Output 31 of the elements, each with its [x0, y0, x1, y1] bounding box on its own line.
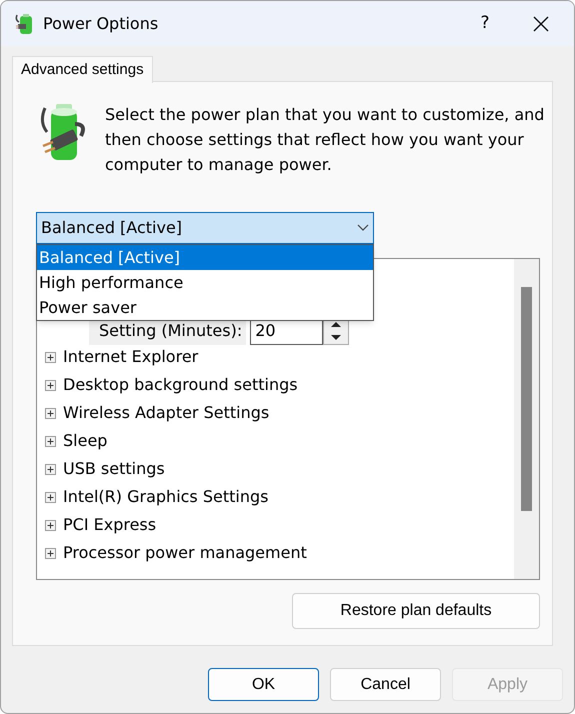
expand-icon[interactable]: [45, 464, 56, 474]
close-icon: [533, 16, 549, 32]
plan-option[interactable]: Power saver: [37, 295, 373, 320]
expand-icon[interactable]: [45, 380, 56, 390]
description-text: Select the power plan that you want to customize, and then choose settings that reflect how you want your computer to manage power.: [105, 104, 545, 176]
tree-item[interactable]: Intel(R) Graphics Settings: [63, 485, 268, 509]
restore-defaults-button[interactable]: Restore plan defaults: [292, 593, 540, 629]
expand-icon[interactable]: [45, 520, 56, 530]
scrollbar[interactable]: [514, 259, 539, 579]
plan-option[interactable]: Balanced [Active]: [37, 245, 373, 270]
tree-item[interactable]: Desktop background settings: [63, 373, 298, 397]
tree-item[interactable]: Processor power management: [63, 541, 307, 565]
chevron-down-icon: [357, 224, 369, 232]
dialog-button[interactable]: Cancel: [330, 668, 441, 701]
tree-item[interactable]: Wireless Adapter Settings: [63, 401, 270, 425]
plan-option[interactable]: High performance: [37, 270, 373, 295]
plan-dropdown[interactable]: Balanced [Active]: [36, 212, 374, 244]
expand-icon[interactable]: [45, 436, 56, 446]
tree-item[interactable]: Sleep: [63, 429, 108, 453]
expand-icon[interactable]: [45, 492, 56, 502]
tree-item[interactable]: Internet Explorer: [63, 345, 198, 369]
expand-icon[interactable]: [45, 548, 56, 558]
expand-icon[interactable]: [45, 408, 56, 418]
tree-item[interactable]: PCI Express: [63, 513, 156, 537]
expand-icon[interactable]: [45, 352, 56, 362]
window-title: Power Options: [43, 12, 158, 34]
help-button[interactable]: ?: [462, 1, 508, 46]
tree-item[interactable]: USB settings: [63, 457, 165, 481]
dialog-button[interactable]: OK: [208, 668, 319, 701]
scrollbar-thumb[interactable]: [521, 287, 532, 511]
tab[interactable]: Advanced settings: [12, 56, 153, 83]
